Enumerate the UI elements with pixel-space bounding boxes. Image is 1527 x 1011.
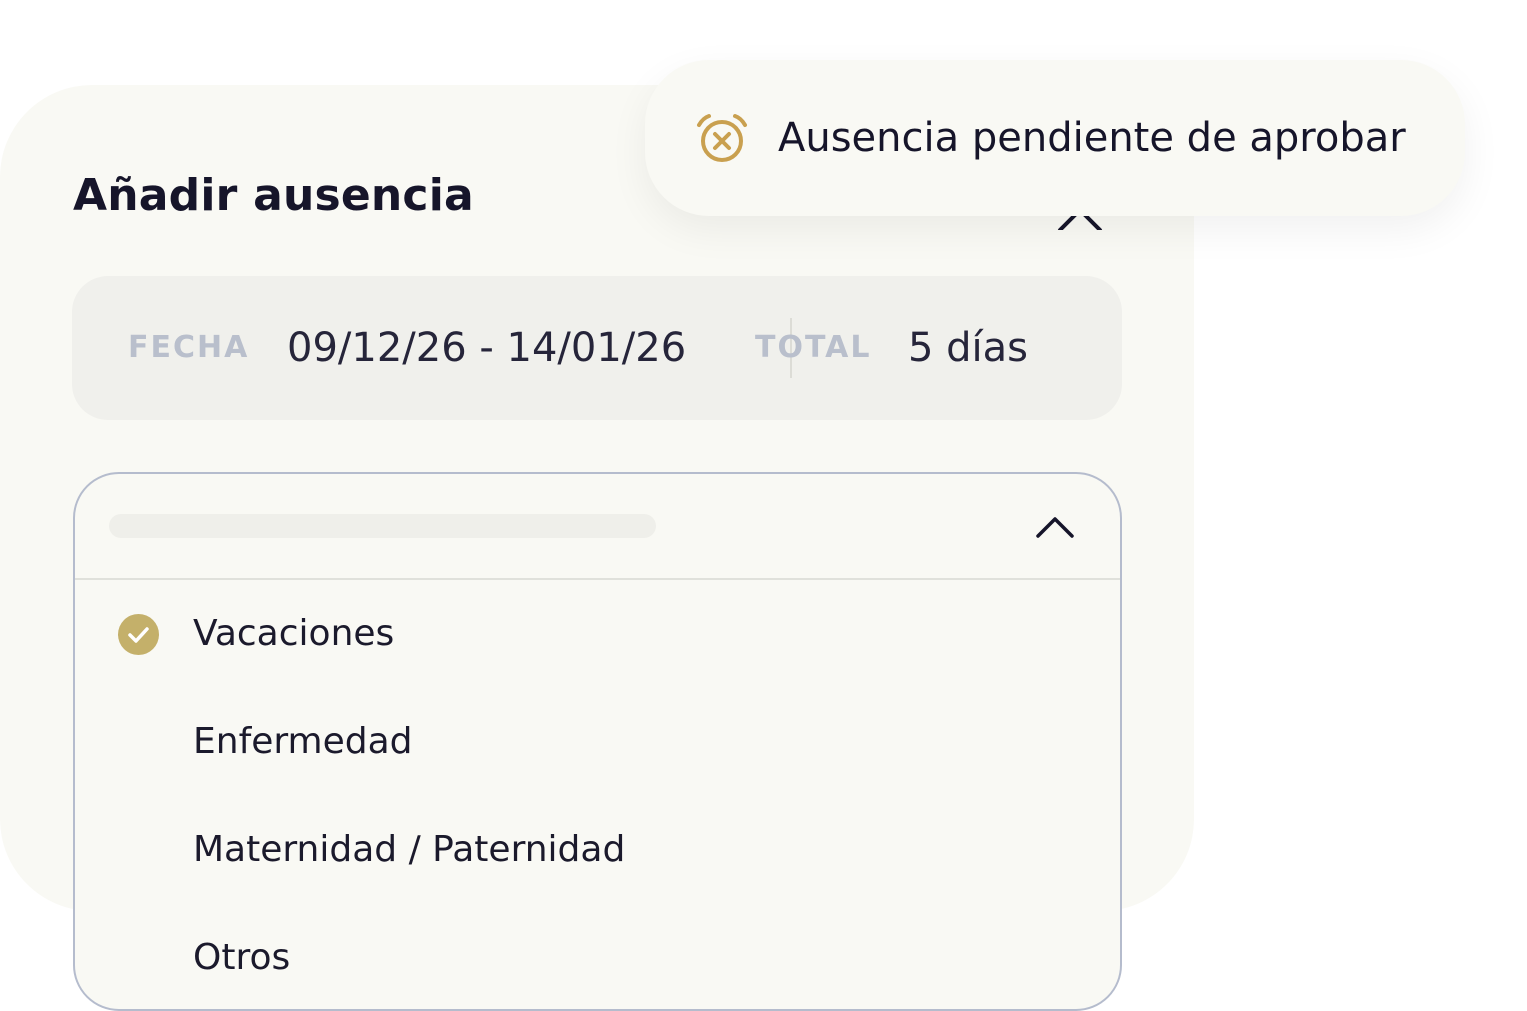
option-otros[interactable]: Otros	[75, 908, 1120, 1008]
option-vacaciones[interactable]: Vacaciones	[75, 584, 1120, 684]
option-label: Vacaciones	[193, 613, 395, 654]
absence-type-dropdown[interactable]: Vacaciones Enfermedad Maternidad / Pater…	[73, 472, 1122, 1011]
total-label: TOTAL	[755, 330, 872, 365]
date-range-value: 09/12/26 - 14/01/26	[287, 325, 687, 371]
date-label: FECHA	[128, 330, 250, 365]
dropdown-toggle[interactable]	[75, 474, 1120, 580]
toast-message: Ausencia pendiente de aprobar	[778, 115, 1406, 161]
check-circle-icon	[118, 614, 159, 655]
option-enfermedad[interactable]: Enfermedad	[75, 692, 1120, 792]
option-label: Maternidad / Paternidad	[193, 829, 626, 870]
chevron-up-icon[interactable]	[1035, 512, 1075, 540]
dropdown-placeholder-bar	[109, 514, 656, 538]
total-days-value: 5 días	[908, 325, 1029, 371]
option-label: Otros	[193, 937, 291, 978]
date-summary: FECHA 09/12/26 - 14/01/26 TOTAL 5 días	[72, 276, 1122, 420]
alarm-clock-x-icon	[697, 114, 747, 162]
dialog-title: Añadir ausencia	[73, 170, 474, 221]
option-maternidad-paternidad[interactable]: Maternidad / Paternidad	[75, 800, 1120, 900]
option-label: Enfermedad	[193, 721, 413, 762]
